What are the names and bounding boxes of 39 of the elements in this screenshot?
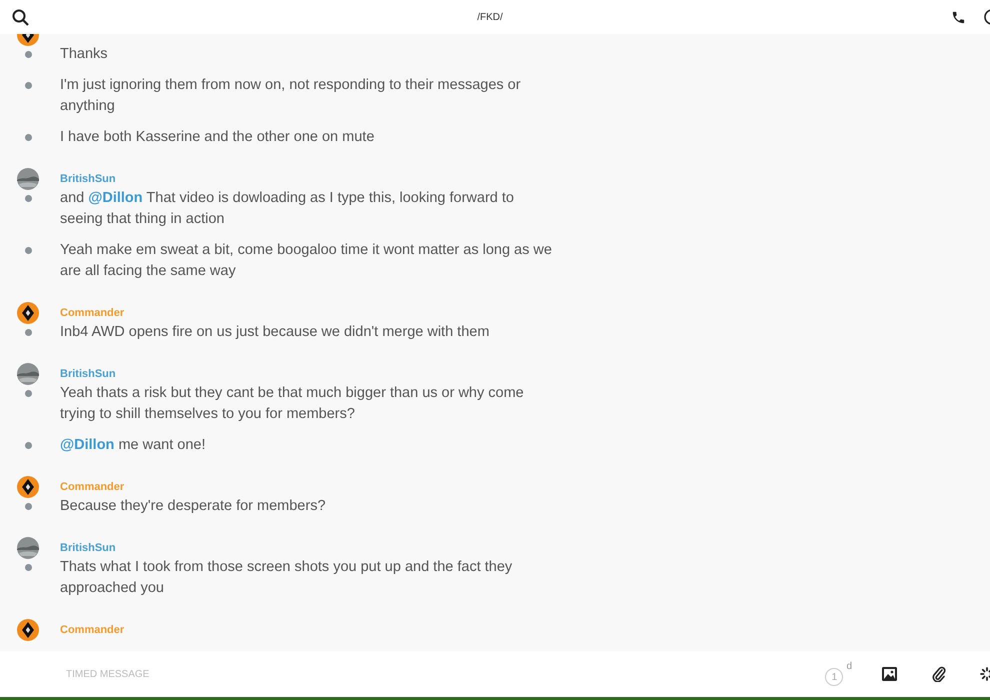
message-dot	[24, 390, 32, 397]
message-input[interactable]: TIMED MESSAGE	[64, 666, 364, 682]
sender-name[interactable]: BritishSun	[60, 172, 116, 186]
sender-name[interactable]: BritishSun	[60, 367, 116, 381]
avatar	[17, 168, 39, 190]
loading-icon	[980, 667, 990, 681]
message-dot	[24, 51, 32, 58]
emblem-avatar	[17, 476, 39, 498]
phone-icon[interactable]	[951, 10, 966, 24]
message-text: I'm just ignoring them from now on, not responding to their messages or anything	[60, 76, 522, 116]
message-dot	[24, 564, 32, 571]
message-text: and @Dillon That video is dowloading as I type this, looking forward to seeing that thing in action	[60, 189, 515, 229]
message-dot	[24, 195, 32, 202]
message-dot	[24, 503, 32, 510]
message-dot	[24, 329, 32, 336]
avatar	[17, 363, 39, 385]
message-text: Thanks	[60, 45, 108, 64]
message-text: Yeah thats a risk but they cant be that much bigger than us or why come trying to shill themselves to you for members?	[60, 384, 525, 424]
sender-name[interactable]: Commander	[60, 306, 124, 320]
emblem-avatar	[17, 302, 39, 324]
message-text: @Dillon me want one!	[60, 436, 206, 455]
message-text: I have both Kasserine and the other one on mute	[60, 128, 374, 147]
search-icon[interactable]	[12, 8, 29, 26]
message-dot	[24, 442, 32, 449]
sender-name[interactable]: BritishSun	[60, 541, 116, 555]
message-dot	[24, 247, 32, 254]
emblem-avatar	[17, 619, 39, 641]
paperclip-icon[interactable]	[932, 666, 946, 682]
message-dot	[24, 134, 32, 141]
message-text: Thats what I took from those screen shots you put up and the fact they approached you	[60, 558, 514, 598]
chat-title: /FKD/	[477, 10, 503, 24]
avatar	[17, 537, 39, 559]
message-text: Because they're desperate for members?	[60, 497, 326, 516]
sender-name[interactable]: Commander	[60, 480, 124, 494]
message-dot	[24, 82, 32, 89]
sender-name[interactable]: Commander	[60, 623, 124, 637]
image-icon[interactable]	[882, 667, 897, 681]
message-text: Inb4 AWD opens fire on us just because we didn't merge with them	[60, 323, 490, 342]
message-text: Yeah make em sweat a bit, come boogaloo time it wont matter as long as we are all facing the same way	[60, 241, 553, 281]
